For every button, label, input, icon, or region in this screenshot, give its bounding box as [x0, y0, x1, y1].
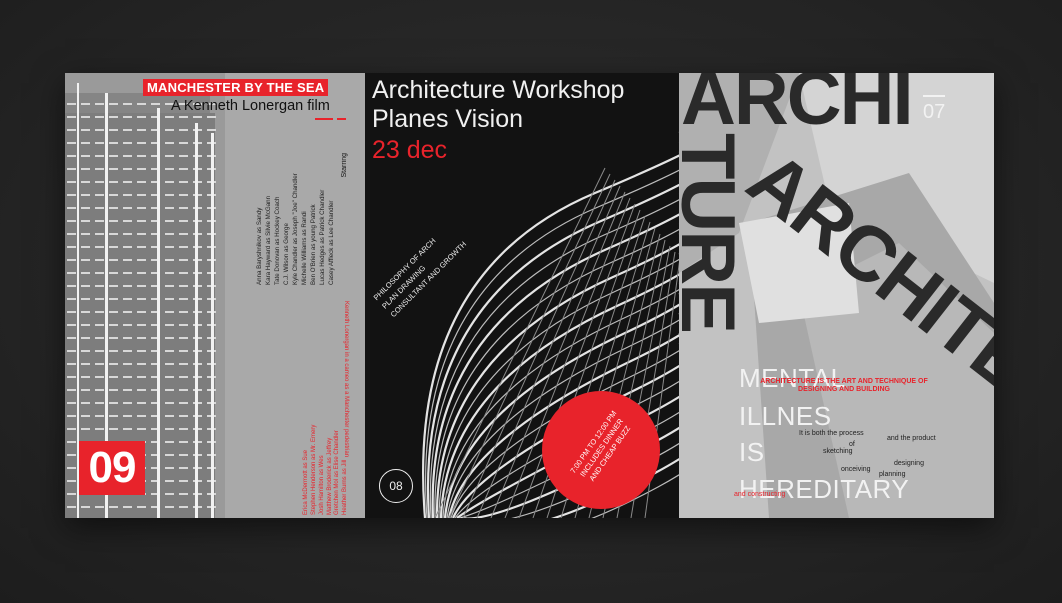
constructing-text: and constructing — [734, 491, 786, 498]
dash-accent — [315, 118, 333, 120]
illnes-line: ILLNES — [739, 401, 832, 431]
hereditary-line: HEREDITARY — [739, 474, 910, 504]
red-cast-item: Stephen Henderson as Mr. Emery — [311, 424, 318, 515]
time-line: INCLUDES DINNER — [578, 416, 625, 479]
cast-list: Casey Affleck as Lee Chandler Lucas Hedg… — [225, 153, 335, 285]
small-text: onceiving — [841, 466, 871, 473]
red-cast-item: Gretchen Mol as Elise Chandler — [334, 430, 341, 515]
cast-item: Kara Hayward as Silvie McGann — [265, 195, 272, 285]
workshop-date: 23 dec — [372, 136, 448, 164]
panel-workshop: Architecture Workshop Planes Vision 23 d… — [365, 73, 679, 518]
is-line: IS — [739, 437, 765, 467]
small-text: of — [849, 441, 855, 448]
cast-item: Tate Donovan as Hockey Coach — [274, 196, 281, 285]
film-title: MANCHESTER BY THE SEA — [143, 79, 329, 96]
headline-archi: ARCHI — [681, 73, 914, 141]
art-definition: ARCHITECTURE IS THE ART AND TECHNIQUE OF… — [760, 378, 928, 393]
event-time-badge: 7:00 PM TO 12:00 PM INCLUDES DINNER AND … — [542, 391, 660, 509]
small-text: sketching — [823, 448, 853, 455]
event-time-text: 7:00 PM TO 12:00 PM INCLUDES DINNER AND … — [558, 394, 646, 501]
panel-manchester: MANCHESTER BY THE SEA A Kenneth Lonergan… — [65, 73, 365, 518]
panel-number-08: 08 — [379, 469, 413, 503]
red-cast-item: Matthew Broderick as Jeffrey — [326, 437, 333, 515]
cast-item: C.J. Wilson as George — [283, 223, 290, 285]
cast-item: Casey Affleck as Lee Chandler — [328, 200, 335, 286]
red-cast-list: Heather Burns as Jill Gretchen Mol as El… — [279, 391, 349, 515]
small-text: It is both the process — [799, 430, 864, 437]
panel-architecture: ARCHI ARCHITEC TURE 07 MENTAL ILLNES IS … — [679, 73, 994, 518]
workshop-title-line1: Architecture Workshop — [372, 76, 625, 104]
small-text: planning — [879, 471, 906, 478]
dash-accent — [337, 118, 346, 120]
headline-ture: TURE — [679, 133, 750, 332]
panel-number-07: 07 — [923, 95, 946, 124]
cast-item: Lucas Hedges as Patrick Chandler — [319, 189, 326, 285]
red-cast-item: Erica McDermott as Sue — [303, 449, 310, 515]
small-text: designing — [894, 460, 924, 467]
panel-number-09: 09 — [79, 441, 145, 495]
cast-item: Kyle Chandler as Joseph "Joe" Chandler — [292, 173, 299, 285]
starring-label: Starring — [341, 153, 348, 178]
film-subtitle: A Kenneth Lonergan film — [171, 98, 330, 114]
cameo-note: Kenneth Lonergan in a cameo as a Manches… — [343, 301, 349, 458]
small-text: and the product — [887, 435, 936, 442]
cast-item: Ben O'Brien as young Patrick — [310, 204, 317, 285]
mockup-stage: MANCHESTER BY THE SEA A Kenneth Lonergan… — [0, 0, 1062, 603]
workshop-title-line2: Planes Vision — [372, 105, 524, 133]
cast-item: Michelle Williams as Randi — [301, 211, 308, 285]
cast-item: Anna Baryshnikov as Sandy — [256, 207, 263, 285]
trifold-brochure: MANCHESTER BY THE SEA A Kenneth Lonergan… — [65, 73, 994, 518]
red-cast-item: Josh Hamilton as Wes — [318, 455, 325, 515]
